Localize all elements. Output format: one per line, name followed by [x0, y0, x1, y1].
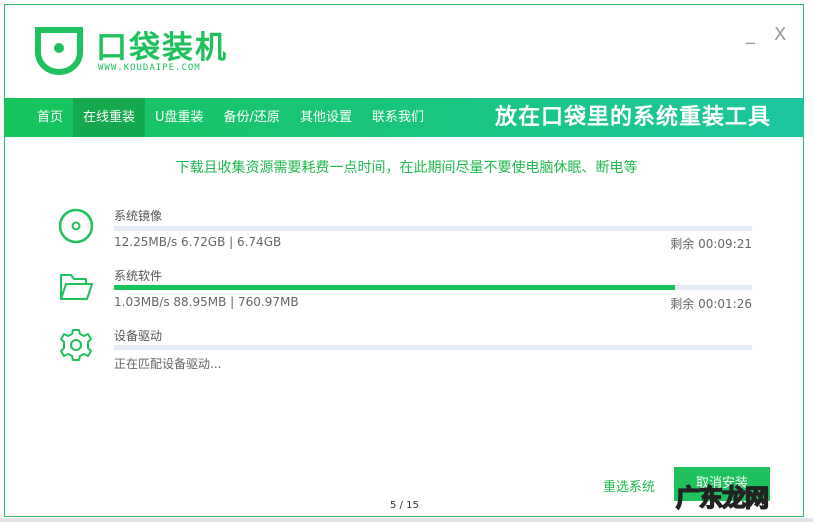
- item-remaining: 剩余 00:09:21: [670, 237, 752, 251]
- gear-icon: [60, 329, 92, 361]
- pagination: 5 / 15: [390, 500, 419, 511]
- disc-icon: [58, 208, 94, 244]
- brand-url: WWW.KOUDAIPE.COM: [98, 63, 201, 73]
- folder-icon: [60, 274, 93, 300]
- item-title: 系统镜像: [114, 209, 163, 223]
- minimize-button[interactable]: _: [746, 24, 755, 45]
- item-title: 系统软件: [114, 269, 163, 283]
- slogan: 放在口袋里的系统重装工具: [494, 105, 771, 130]
- progress-bar: [114, 345, 752, 350]
- installer-window: [4, 4, 804, 517]
- logo-icon: [35, 27, 83, 76]
- nav-contact[interactable]: 联系我们: [362, 98, 434, 137]
- close-button[interactable]: X: [774, 24, 786, 45]
- nav-home[interactable]: 首页: [5, 98, 73, 137]
- progress-bar: [114, 226, 752, 231]
- notice-text: 下载且收集资源需要耗费一点时间，在此期间尽量不要使电脑休眠、断电等: [175, 160, 638, 176]
- divider: [0, 518, 813, 522]
- progress-fill: [114, 285, 676, 290]
- item-stat: 正在匹配设备驱动...: [114, 357, 222, 371]
- item-stat: 12.25MB/s 6.72GB | 6.74GB: [114, 235, 282, 249]
- reselect-system-button[interactable]: 重选系统: [603, 476, 655, 495]
- watermark: 广东龙网: [675, 483, 770, 513]
- progress-bar: [114, 285, 752, 290]
- nav-usb-reinstall[interactable]: U盘重装: [145, 98, 214, 137]
- item-remaining: 剩余 00:01:26: [670, 297, 752, 311]
- nav-online-reinstall[interactable]: 在线重装: [73, 98, 146, 137]
- item-title: 设备驱动: [114, 329, 163, 343]
- nav-backup-restore[interactable]: 备份/还原: [214, 98, 290, 137]
- nav-other-settings[interactable]: 其他设置: [290, 98, 362, 137]
- nav-bar: 首页 在线重装 U盘重装 备份/还原 其他设置 联系我们 放在口袋里的系统重装工…: [5, 98, 804, 137]
- item-stat: 1.03MB/s 88.95MB | 760.97MB: [114, 295, 299, 309]
- brand-name: 口袋装机: [96, 30, 228, 66]
